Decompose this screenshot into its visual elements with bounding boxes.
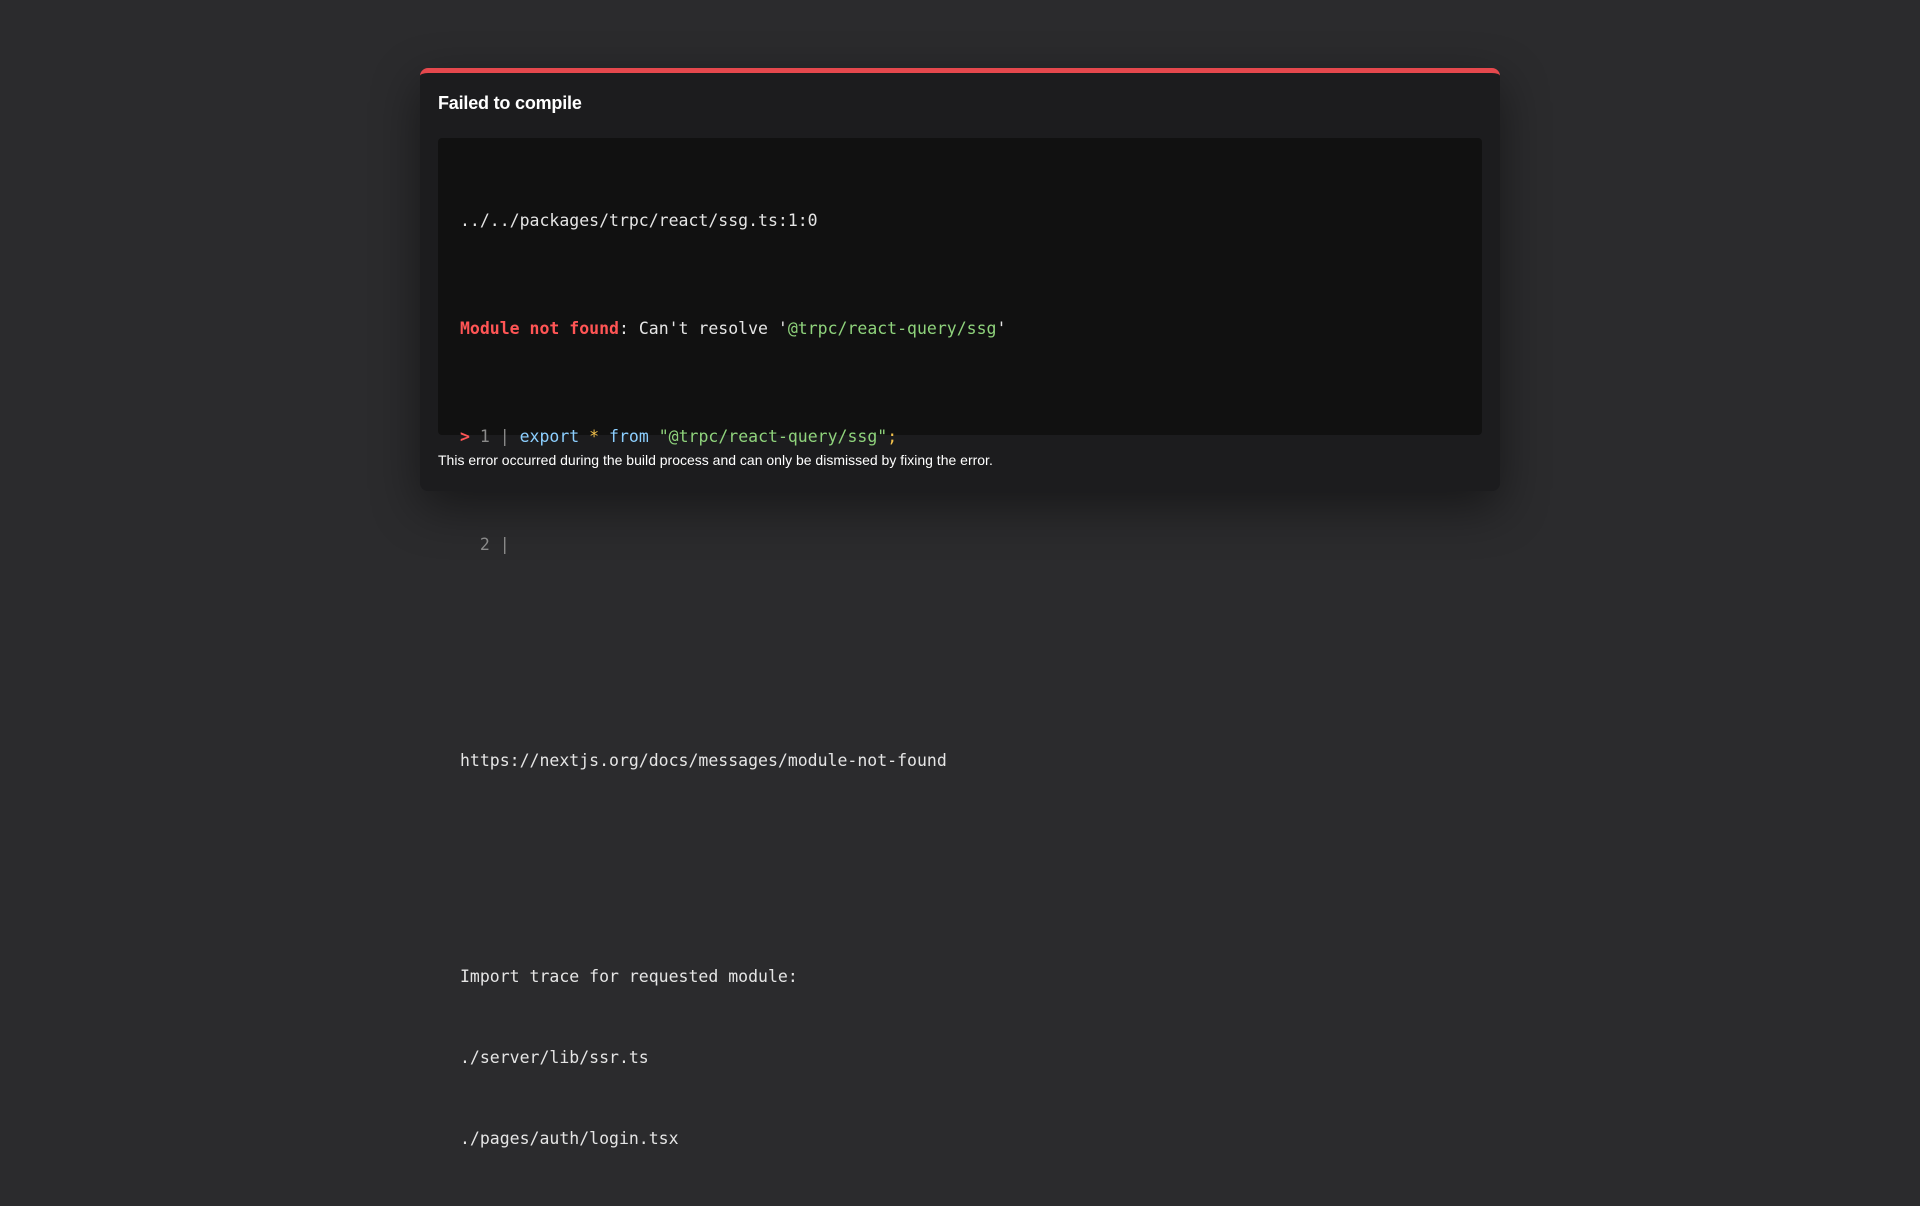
semicolon: ; xyxy=(887,427,898,446)
trace-item: ./server/lib/ssr.ts xyxy=(460,1048,649,1067)
error-code-frame[interactable]: ../../packages/trpc/react/ssg.ts:1:0 Mod… xyxy=(438,138,1482,1148)
line-gutter: | xyxy=(499,535,510,554)
docs-link[interactable]: https://nextjs.org/docs/messages/module-… xyxy=(460,747,1460,774)
error-module-name: @trpc/react-query/ssg xyxy=(787,319,997,338)
line-number: 2 xyxy=(479,535,490,554)
error-line-marker: > xyxy=(460,427,470,446)
code-line-1: > 1 | export * from "@trpc/react-query/s… xyxy=(460,423,1460,450)
error-label: Module not found xyxy=(460,319,619,338)
line-gutter: | xyxy=(499,427,510,446)
code-line-2: 2 | xyxy=(460,531,1460,558)
string-literal: "@trpc/react-query/ssg" xyxy=(658,427,888,446)
keyword-export: export xyxy=(519,427,580,446)
dialog-title: Failed to compile xyxy=(438,93,582,113)
error-message: Can't resolve ' xyxy=(628,319,788,338)
line-number: 1 xyxy=(479,427,490,446)
error-message-line: Module not found: Can't resolve '@trpc/r… xyxy=(460,315,1460,342)
error-separator: : xyxy=(618,319,629,338)
footer-message: This error occurred during the build pro… xyxy=(438,452,993,468)
build-error-dialog: Failed to compile ../../packages/trpc/re… xyxy=(420,68,1500,1148)
trace-heading: Import trace for requested module: xyxy=(460,967,798,986)
trace-item: ./pages/auth/login.tsx xyxy=(460,1129,679,1148)
operator-star: * xyxy=(589,427,600,446)
keyword-from: from xyxy=(609,427,649,446)
error-quote-close: ' xyxy=(996,319,1007,338)
source-location: ../../packages/trpc/react/ssg.ts:1:0 xyxy=(460,211,818,230)
error-overlay: Failed to compile ../../packages/trpc/re… xyxy=(0,0,1920,1148)
